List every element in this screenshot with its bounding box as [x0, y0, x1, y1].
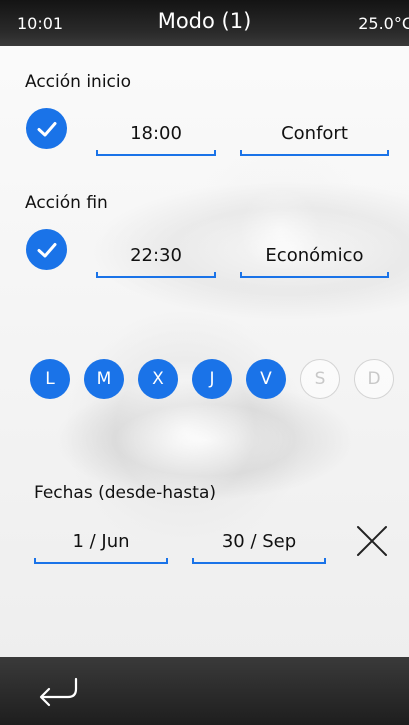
end-mode-value: Económico	[265, 245, 364, 266]
temperature-readout: 25.0°C	[358, 14, 409, 33]
end-time-field[interactable]: 22:30	[96, 238, 216, 278]
day-toggle-l[interactable]: L	[30, 359, 70, 399]
day-toggle-v[interactable]: V	[246, 359, 286, 399]
status-bar: 10:01 Modo (1) 25.0°C	[0, 0, 409, 46]
end-action-label: Acción fin	[25, 193, 108, 213]
page-title: Modo (1)	[157, 9, 252, 33]
date-to-field[interactable]: 30 / Sep	[192, 524, 326, 564]
field-underline	[192, 558, 326, 564]
start-action-checkbox[interactable]	[26, 108, 67, 149]
clear-dates-button[interactable]	[356, 525, 388, 557]
end-action-checkbox[interactable]	[26, 229, 67, 270]
start-mode-field[interactable]: Confort	[240, 116, 389, 156]
date-from-field[interactable]: 1 / Jun	[34, 524, 168, 564]
field-underline	[240, 272, 389, 278]
dates-label: Fechas (desde-hasta)	[34, 483, 216, 503]
start-time-field[interactable]: 18:00	[96, 116, 216, 156]
day-toggle-m[interactable]: M	[84, 359, 124, 399]
field-underline	[34, 558, 168, 564]
day-toggle-d[interactable]: D	[354, 359, 394, 399]
date-from-value: 1 / Jun	[72, 531, 130, 552]
field-underline	[96, 150, 216, 156]
check-icon	[37, 242, 56, 257]
field-underline	[96, 272, 216, 278]
back-arrow-icon	[39, 677, 78, 707]
date-to-value: 30 / Sep	[221, 531, 297, 552]
start-time-value: 18:00	[130, 123, 182, 144]
check-icon	[37, 121, 56, 136]
close-icon	[357, 526, 387, 556]
day-toggle-s[interactable]: S	[300, 359, 340, 399]
day-toggle-x[interactable]: X	[138, 359, 178, 399]
day-toggle-j[interactable]: J	[192, 359, 232, 399]
field-underline	[240, 150, 389, 156]
end-time-value: 22:30	[130, 245, 182, 266]
bottom-bar	[0, 657, 409, 725]
start-action-label: Acción inicio	[25, 72, 132, 92]
back-button[interactable]	[36, 675, 82, 709]
end-mode-field[interactable]: Económico	[240, 238, 389, 278]
start-mode-value: Confort	[281, 123, 348, 144]
